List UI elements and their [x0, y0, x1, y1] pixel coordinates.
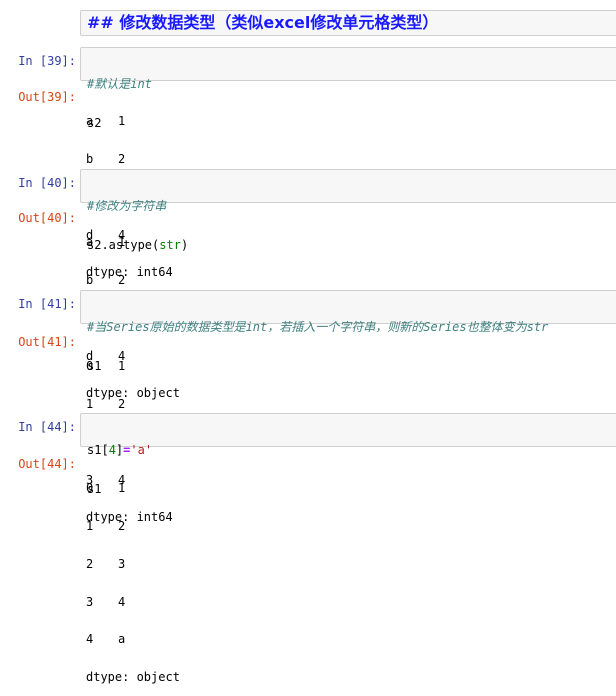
output-prompt: Out[44]: [18, 457, 76, 471]
output-row: b2 [86, 151, 126, 166]
code-cell-39[interactable]: #默认是int s2 [80, 47, 616, 130]
code-line: s1[4]='a' [87, 443, 153, 457]
code-cell-40[interactable]: #修改为字符串 s2.astype(str) [80, 169, 616, 252]
code-comment: #当Series原始的数据类型是int，若插入一个字符串，则新的Series也整… [87, 320, 549, 334]
output-dtype: dtype: object [86, 670, 180, 685]
output-row: 23 [86, 556, 126, 571]
input-prompt: In [44]: [18, 420, 76, 434]
output-row: 34 [86, 594, 126, 609]
output-row: a1 [86, 235, 126, 250]
output-row: 4a [86, 632, 126, 647]
output-row: a1 [86, 114, 126, 129]
output-row: 12 [86, 518, 126, 533]
output-row: 01 [86, 481, 126, 496]
output-area-44: 01 12 23 34 4a dtype: object [86, 457, 180, 696]
code-cell-44[interactable]: s1[4]='a' s1 [80, 413, 616, 496]
output-prompt: Out[40]: [18, 211, 76, 225]
output-prompt: Out[39]: [18, 90, 76, 104]
output-row: 01 [86, 359, 126, 374]
output-row: b2 [86, 272, 126, 287]
output-prompt: Out[41]: [18, 335, 76, 349]
code-cell-41[interactable]: #当Series原始的数据类型是int，若插入一个字符串，则新的Series也整… [80, 290, 616, 373]
input-prompt: In [40]: [18, 176, 76, 190]
input-prompt: In [39]: [18, 54, 76, 68]
markdown-cell[interactable]: ## 修改数据类型（类似excel修改单元格类型） [80, 10, 616, 36]
markdown-title: ## 修改数据类型（类似excel修改单元格类型） [87, 13, 439, 32]
input-prompt: In [41]: [18, 297, 76, 311]
output-row: 12 [86, 396, 126, 411]
